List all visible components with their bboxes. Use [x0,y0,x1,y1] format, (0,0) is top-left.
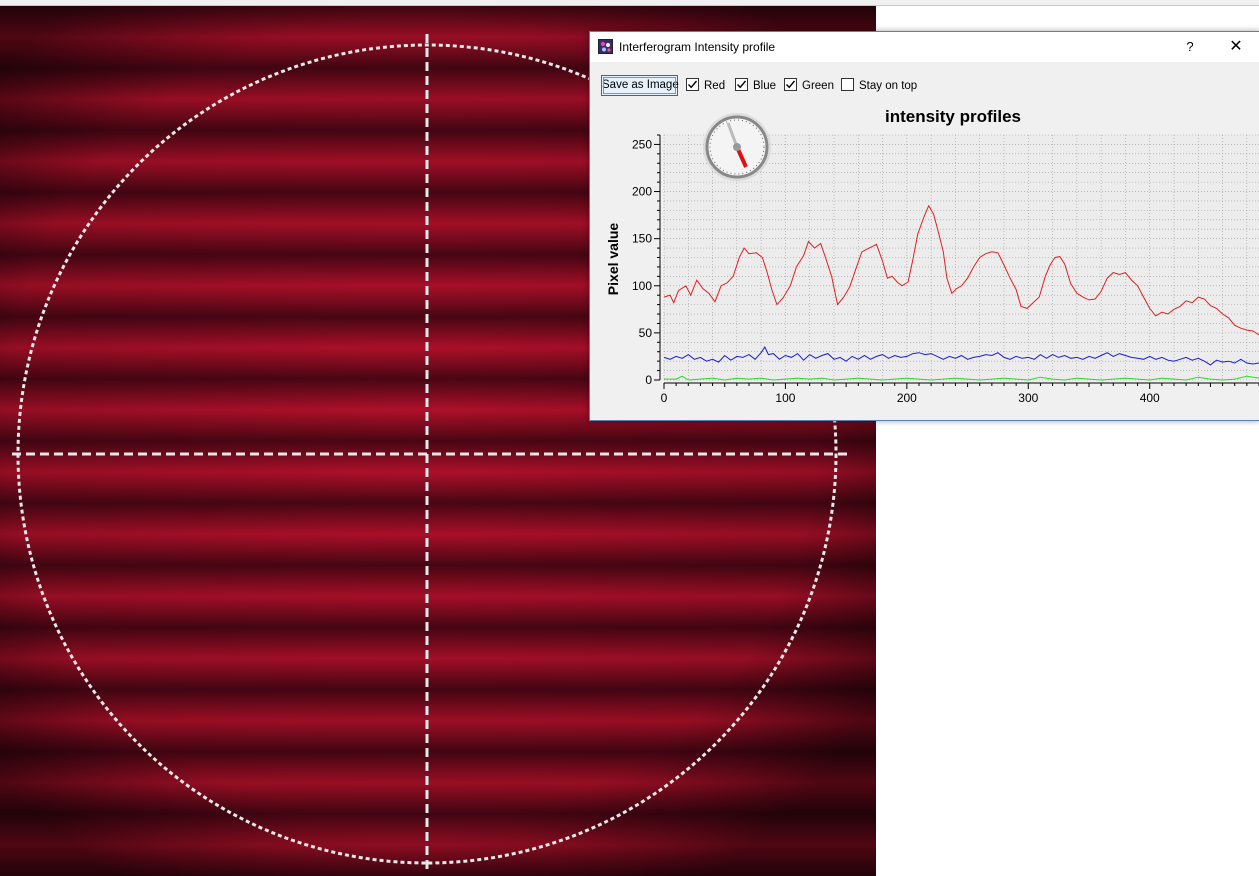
blue-checkbox-label: Blue [753,80,777,92]
gauge-icon [703,113,771,181]
stay-on-top-checkbox[interactable]: Stay on top [841,78,917,94]
y-tick-label: 0 [645,373,652,387]
red-checkbox[interactable]: Red [686,78,725,94]
save-as-image-button[interactable]: Save as Image [601,75,679,96]
x-tick-label: 0 [661,391,668,405]
checkmark-icon [736,80,747,89]
green-checkbox-label: Green [802,80,834,92]
y-tick-label: 150 [632,232,652,246]
green-checkbox-box[interactable] [784,78,797,91]
green-checkbox[interactable]: Green [784,78,834,94]
checkmark-icon [687,80,698,89]
window-title: Interferogram Intensity profile [619,40,776,54]
intensity-chart[interactable]: 0 100 200 300 400 0 50 100 150 200 250 intensity p… [590,102,1259,420]
y-tick-label: 250 [632,137,652,151]
y-tick-label: 50 [639,326,653,340]
title-bar[interactable]: Interferogram Intensity profile ? ✕ [590,32,1259,62]
stay-on-top-checkbox-box[interactable] [841,78,854,91]
red-checkbox-label: Red [704,80,726,92]
x-tick-label: 100 [775,391,795,405]
stay-on-top-checkbox-label: Stay on top [859,80,918,92]
toolbar: Save as Image Red Blue Green Stay on top [590,72,1259,98]
chart-title: intensity profiles [885,107,1021,126]
x-tick-label: 200 [897,391,917,405]
y-tick-label: 100 [632,279,652,293]
intensity-profile-dialog[interactable]: Interferogram Intensity profile ? ✕ Save… [589,31,1259,421]
help-button[interactable]: ? [1168,32,1212,62]
x-tick-label: 300 [1018,391,1038,405]
y-tick-label: 200 [632,185,652,199]
blue-checkbox[interactable]: Blue [735,78,776,94]
checkmark-icon [785,80,796,89]
red-checkbox-box[interactable] [686,78,699,91]
close-button[interactable]: ✕ [1214,32,1258,62]
x-tick-label: 400 [1140,391,1160,405]
app-icon [598,39,613,54]
close-icon: ✕ [1229,38,1243,55]
blue-checkbox-box[interactable] [735,78,748,91]
y-axis-label: Pixel value [605,223,621,296]
